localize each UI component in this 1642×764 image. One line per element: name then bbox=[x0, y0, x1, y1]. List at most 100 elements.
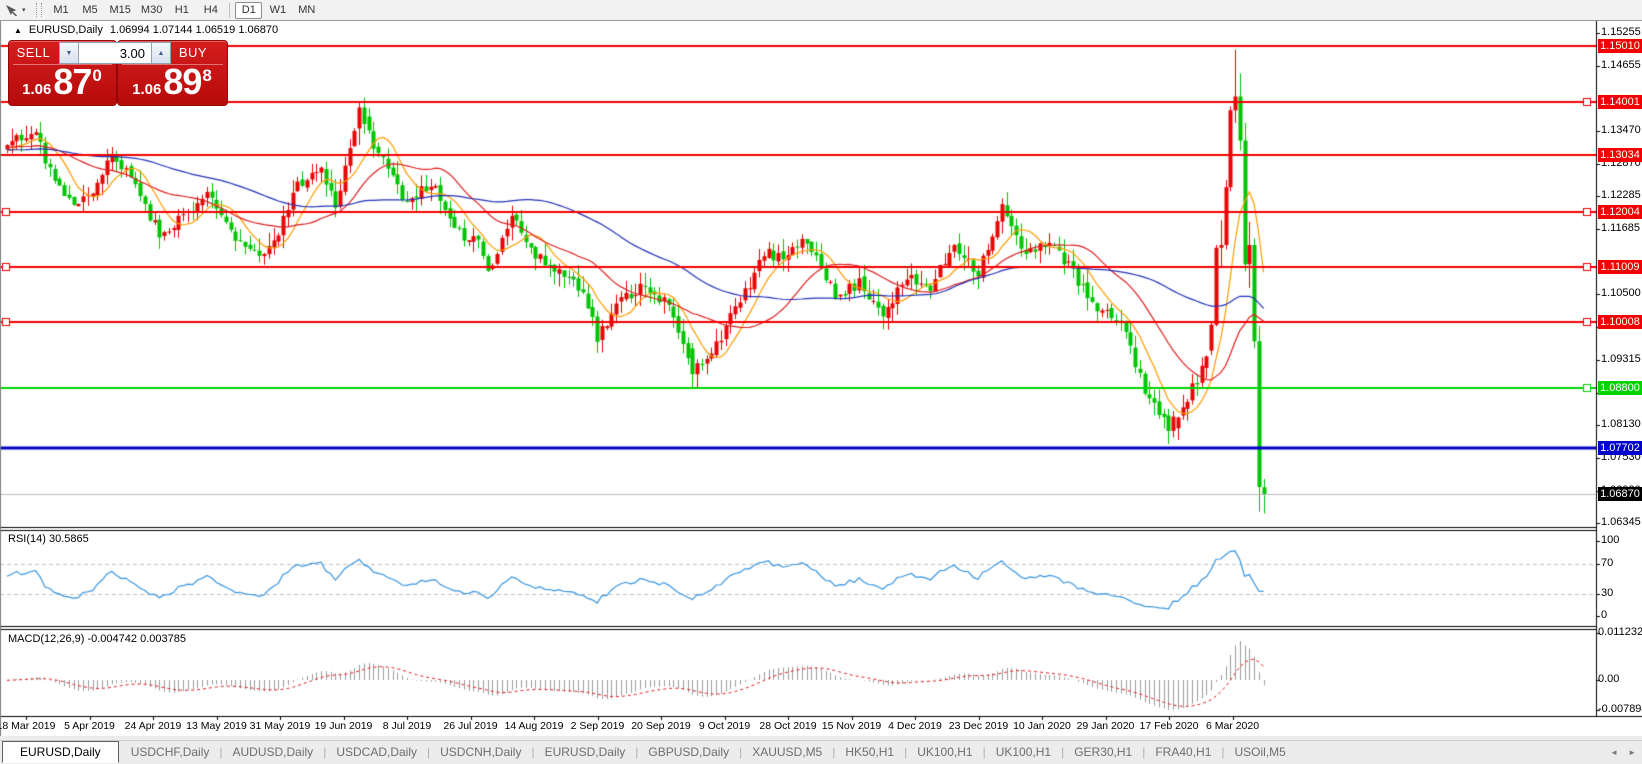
date-tick-label: 6 Mar 2020 bbox=[1206, 720, 1259, 732]
tab-separator: | bbox=[828, 745, 839, 759]
chart-tab[interactable]: USDCHF,Daily bbox=[125, 745, 216, 759]
cursor-tool-dropdown-icon[interactable]: ▾ bbox=[22, 6, 26, 14]
collapse-chart-icon[interactable]: ▲ bbox=[14, 26, 22, 35]
date-tick-label: 23 Dec 2019 bbox=[949, 720, 1009, 732]
tab-separator: | bbox=[1138, 745, 1149, 759]
chart-tab[interactable]: USOil,M5 bbox=[1229, 745, 1292, 759]
timeframe-button-h1[interactable]: H1 bbox=[168, 2, 195, 19]
volume-increase-button[interactable]: ▲ bbox=[151, 42, 171, 64]
sell-price[interactable]: 1.06870 bbox=[8, 62, 115, 102]
buy-price-pips: 89 bbox=[163, 61, 201, 102]
price-tick-label: 1.13470 bbox=[1601, 124, 1641, 136]
current-price-badge: 1.06870 bbox=[1598, 487, 1642, 501]
price-tick-label: 1.12285 bbox=[1601, 189, 1641, 201]
price-tick-label: 1.09315 bbox=[1601, 353, 1641, 365]
macd-axis-label: -0.007894 bbox=[1598, 703, 1642, 715]
date-tick-label: 31 May 2019 bbox=[250, 720, 311, 732]
tab-scroll-right-icon[interactable]: ► bbox=[1628, 748, 1636, 757]
chart-tab[interactable]: GBPUSD,Daily bbox=[642, 745, 735, 759]
timeframe-button-d1[interactable]: D1 bbox=[235, 2, 262, 19]
tab-separator: | bbox=[979, 745, 990, 759]
chart-canvas[interactable] bbox=[0, 0, 1642, 764]
price-level-badge: 1.12004 bbox=[1598, 205, 1642, 219]
chart-tab[interactable]: USDCNH,Daily bbox=[434, 745, 527, 759]
toolbar-separator bbox=[229, 3, 230, 18]
volume-spinner: ▼ ▲ bbox=[59, 42, 171, 64]
buy-price[interactable]: 1.06898 bbox=[117, 62, 226, 102]
timeframe-button-m30[interactable]: M30 bbox=[137, 2, 166, 19]
chart-tab[interactable]: EURUSD,Daily bbox=[539, 745, 632, 759]
rsi-axis-label: 30 bbox=[1601, 587, 1613, 599]
cursor-tool-button[interactable]: ▾ bbox=[0, 1, 30, 19]
sell-button[interactable]: SELL bbox=[8, 45, 59, 60]
chart-ohlc-label: 1.06994 1.07144 1.06519 1.06870 bbox=[110, 24, 278, 36]
date-tick-label: 5 Apr 2019 bbox=[64, 720, 115, 732]
price-level-badge: 1.13034 bbox=[1598, 148, 1642, 162]
chart-tab[interactable]: UK100,H1 bbox=[990, 745, 1057, 759]
buy-button[interactable]: BUY bbox=[168, 45, 218, 60]
chart-tabs: EURUSD,DailyUSDCHF,Daily|AUDUSD,Daily|US… bbox=[0, 741, 1292, 763]
buy-price-big-figure: 1.06 bbox=[132, 81, 161, 98]
cursor-tool-icon bbox=[4, 4, 19, 17]
chart-tab[interactable]: XAUUSD,M5 bbox=[746, 745, 828, 759]
tab-scroll-nav: ◄ ► bbox=[1610, 741, 1636, 763]
timeframe-button-m1[interactable]: M1 bbox=[48, 2, 75, 19]
timeframe-button-m5[interactable]: M5 bbox=[77, 2, 104, 19]
tab-separator: | bbox=[735, 745, 746, 759]
chart-tab[interactable]: AUDUSD,Daily bbox=[227, 745, 320, 759]
price-tick-label: 1.15255 bbox=[1601, 26, 1641, 38]
date-tick-label: 28 Oct 2019 bbox=[759, 720, 816, 732]
date-tick-label: 24 Apr 2019 bbox=[125, 720, 182, 732]
timeframe-button-mn[interactable]: MN bbox=[293, 2, 320, 19]
price-tick-label: 1.10500 bbox=[1601, 287, 1641, 299]
date-tick-label: 17 Feb 2020 bbox=[1140, 720, 1199, 732]
rsi-axis-label: 70 bbox=[1601, 557, 1613, 569]
sell-price-pips: 87 bbox=[53, 61, 91, 102]
timeframe-toolbar: M1M5M15M30H1H4 D1W1MN bbox=[47, 2, 322, 19]
date-tick-label: 8 Jul 2019 bbox=[383, 720, 431, 732]
price-level-badge: 1.10008 bbox=[1598, 315, 1642, 329]
price-tick-label: 1.14655 bbox=[1601, 59, 1641, 71]
chart-tab[interactable]: UK100,H1 bbox=[911, 745, 978, 759]
rsi-label: RSI(14) 30.5865 bbox=[8, 533, 89, 545]
date-tick-label: 19 Jun 2019 bbox=[315, 720, 373, 732]
trading-platform-window: ▾ M1M5M15M30H1H4 D1W1MN ▲ EURUSD,Daily 1.… bbox=[0, 0, 1642, 764]
timeframe-button-w1[interactable]: W1 bbox=[264, 2, 291, 19]
chart-tab[interactable]: GER30,H1 bbox=[1068, 745, 1138, 759]
tab-separator: | bbox=[1217, 745, 1228, 759]
sell-price-point: 0 bbox=[92, 66, 101, 85]
tab-scroll-left-icon[interactable]: ◄ bbox=[1610, 748, 1618, 757]
toolbar-grip bbox=[36, 3, 42, 17]
date-tick-label: 9 Oct 2019 bbox=[699, 720, 750, 732]
volume-decrease-button[interactable]: ▼ bbox=[59, 42, 79, 64]
chart-tab[interactable]: USDCAD,Daily bbox=[330, 745, 423, 759]
price-tick-label: 1.08130 bbox=[1601, 418, 1641, 430]
chart-tab[interactable]: FRA40,H1 bbox=[1149, 745, 1217, 759]
date-tick-label: 15 Nov 2019 bbox=[822, 720, 882, 732]
macd-label: MACD(12,26,9) -0.004742 0.003785 bbox=[8, 633, 186, 645]
chart-title: ▲ EURUSD,Daily 1.06994 1.07144 1.06519 1… bbox=[14, 24, 278, 36]
timeframe-button-h4[interactable]: H4 bbox=[197, 2, 224, 19]
toolbar: ▾ M1M5M15M30H1H4 D1W1MN bbox=[0, 0, 1642, 21]
sell-price-big-figure: 1.06 bbox=[22, 81, 51, 98]
macd-axis-label: 0.011232 bbox=[1598, 626, 1642, 638]
chart-symbol-label: EURUSD,Daily bbox=[29, 24, 103, 36]
chart-tab[interactable]: HK50,H1 bbox=[839, 745, 900, 759]
rsi-axis-label: 100 bbox=[1601, 534, 1619, 546]
date-tick-label: 13 May 2019 bbox=[186, 720, 247, 732]
price-level-badge: 1.14001 bbox=[1598, 95, 1642, 109]
volume-input[interactable] bbox=[79, 42, 151, 64]
date-tick-label: 18 Mar 2019 bbox=[0, 720, 55, 732]
buy-price-point: 8 bbox=[202, 66, 211, 85]
date-tick-label: 10 Jan 2020 bbox=[1013, 720, 1071, 732]
date-tick-label: 20 Sep 2019 bbox=[631, 720, 691, 732]
date-tick-label: 14 Aug 2019 bbox=[505, 720, 564, 732]
chart-tab-bar: EURUSD,DailyUSDCHF,Daily|AUDUSD,Daily|US… bbox=[0, 740, 1642, 763]
price-tick-label: 1.11685 bbox=[1601, 222, 1640, 234]
tab-separator: | bbox=[423, 745, 434, 759]
timeframe-button-m15[interactable]: M15 bbox=[106, 2, 135, 19]
date-tick-label: 29 Jan 2020 bbox=[1077, 720, 1135, 732]
price-level-badge: 1.15010 bbox=[1598, 39, 1642, 53]
chart-tab[interactable]: EURUSD,Daily bbox=[2, 741, 119, 763]
macd-axis-label: 0.00 bbox=[1598, 673, 1619, 685]
